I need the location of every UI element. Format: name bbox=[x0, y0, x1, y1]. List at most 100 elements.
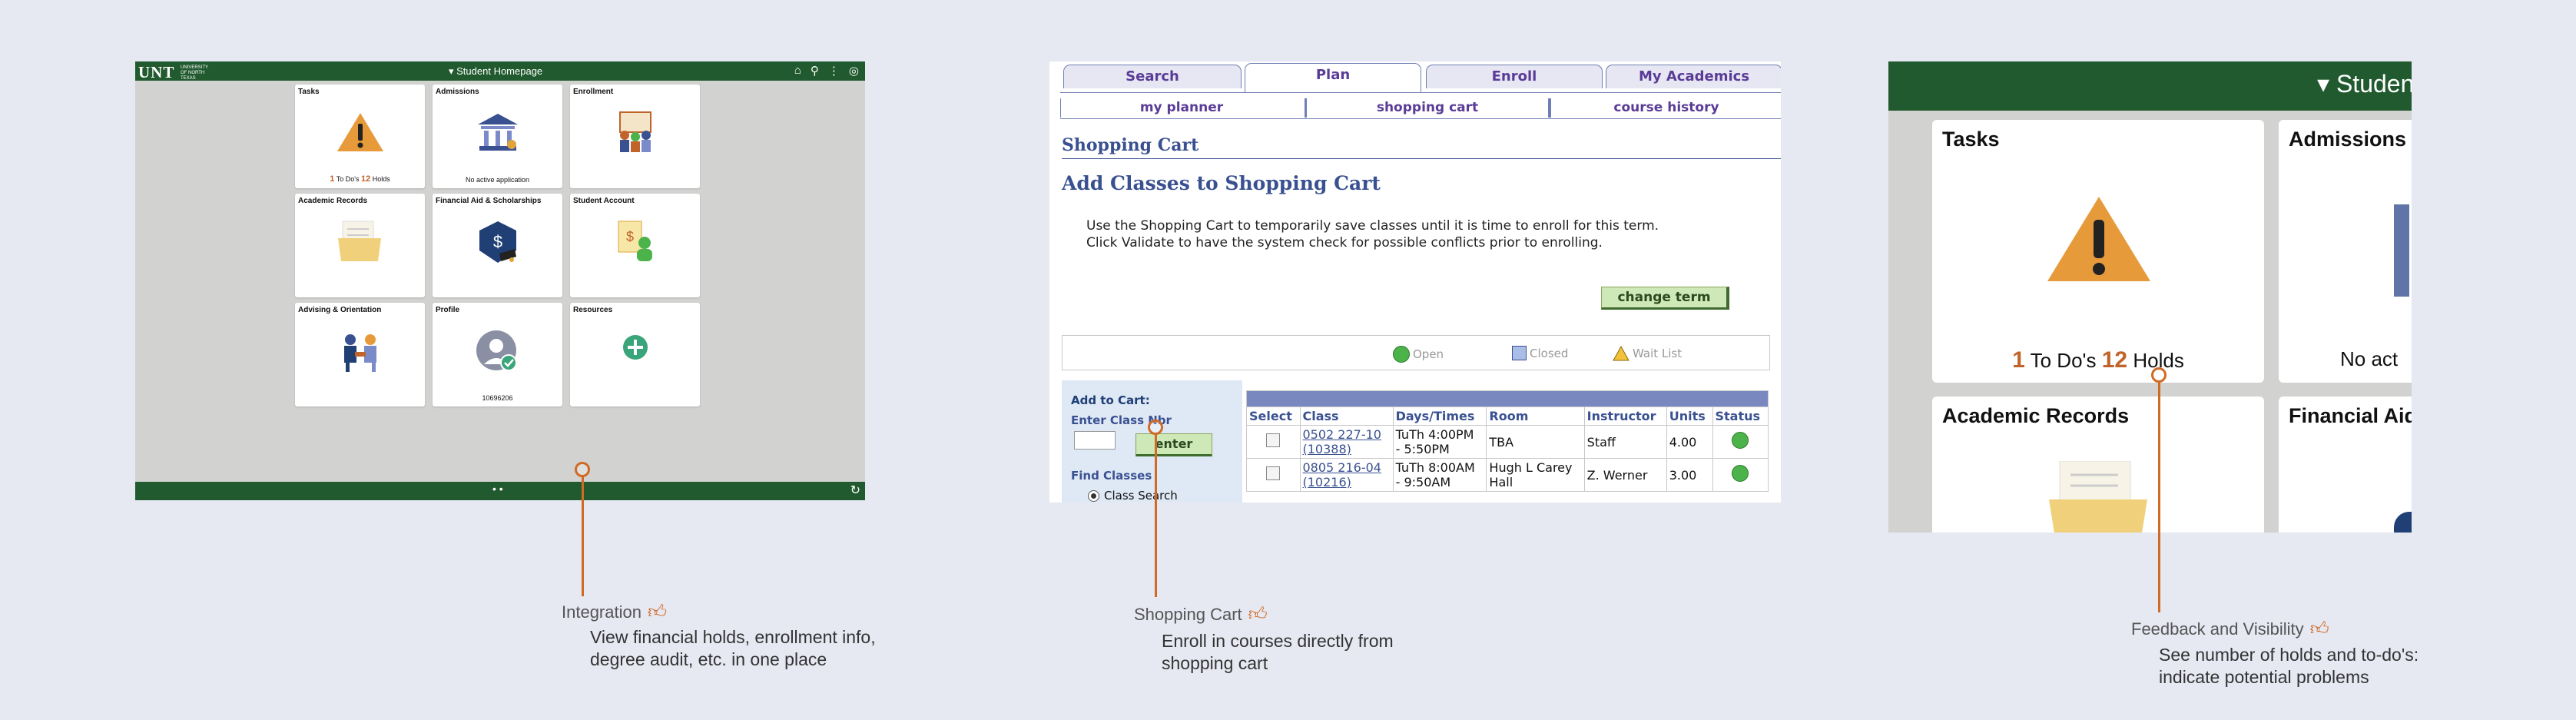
col-class: Class bbox=[1299, 406, 1394, 426]
table-row: 0502 227-10 (10388) TuTh 4:00PM - 5:50PM T… bbox=[1246, 425, 1769, 459]
university-building-icon bbox=[433, 111, 562, 158]
tile-title: Student Account bbox=[573, 197, 635, 205]
annotation-marker-shopping-cart bbox=[1148, 420, 1163, 435]
warning-icon bbox=[2044, 194, 2153, 288]
shopping-cart-table: Select Class Days/Times Room Instructor … bbox=[1246, 390, 1769, 492]
svg-text:$: $ bbox=[625, 229, 633, 244]
instructor-cell: Z. Werner bbox=[1583, 458, 1667, 492]
legend-closed: Closed bbox=[1512, 346, 1568, 360]
tab-divider bbox=[1060, 92, 1781, 93]
subtab-shopping-cart[interactable]: shopping cart bbox=[1305, 98, 1550, 118]
legend-open: Open bbox=[1393, 346, 1444, 363]
class-link[interactable]: 0805 216-04 (10216) bbox=[1303, 460, 1381, 489]
tile-academic-records[interactable]: Academic Records bbox=[1932, 396, 2264, 533]
unt-logo-subtitle: UNIVERSITY OF NORTH TEXAS bbox=[181, 65, 208, 81]
col-days-times: Days/Times bbox=[1392, 406, 1487, 426]
room-cell: TBA bbox=[1486, 425, 1585, 459]
find-classes-label: Find Classes bbox=[1071, 469, 1152, 483]
tile-title: Financial Aid & Scholarships bbox=[436, 197, 542, 205]
tile-enrollment[interactable]: Enrollment bbox=[570, 85, 700, 188]
tile-profile[interactable]: Profile 10696206 bbox=[433, 303, 562, 406]
col-units: Units bbox=[1666, 406, 1713, 426]
instructions-line-2: Click Validate to have the system check … bbox=[1086, 235, 1603, 251]
section-title: Add Classes to Shopping Cart bbox=[1062, 172, 1381, 194]
page-indicator[interactable]: • • bbox=[492, 483, 503, 495]
class-link[interactable]: 0502 227-10 (10388) bbox=[1303, 427, 1381, 456]
refresh-icon[interactable]: ↻ bbox=[850, 483, 860, 498]
annotation-marker-integration bbox=[575, 462, 590, 477]
tab-my-academics[interactable]: My Academics bbox=[1606, 65, 1781, 88]
warning-icon bbox=[295, 111, 425, 158]
classroom-icon bbox=[570, 111, 700, 159]
homepage-title-menu[interactable]: ▾ Student Homepage bbox=[449, 65, 542, 78]
tasks-counts: 1 To Do's 12 Holds bbox=[1932, 347, 2264, 373]
holds-count: 12 bbox=[360, 174, 371, 184]
homepage-top-bar: UNT UNIVERSITY OF NORTH TEXAS ▾ Student … bbox=[135, 61, 865, 81]
table-header-bar bbox=[1246, 390, 1769, 407]
col-room: Room bbox=[1486, 406, 1585, 426]
days-times-cell: TuTh 8:00AM - 9:50AM bbox=[1392, 458, 1487, 492]
todo-label: To Do's bbox=[336, 175, 360, 183]
tile-tasks[interactable]: Tasks 1 To Do's 12 Holds bbox=[295, 85, 425, 188]
class-search-option[interactable]: Class Search bbox=[1088, 489, 1178, 503]
advising-icon bbox=[295, 329, 425, 377]
subtab-divider bbox=[1060, 118, 1781, 119]
tile-student-account[interactable]: Student Account $ bbox=[570, 194, 700, 297]
open-status-icon bbox=[1393, 346, 1410, 363]
tile-academic-records[interactable]: Academic Records bbox=[295, 194, 425, 297]
tile-financial-aid[interactable]: Financial Aid bbox=[2279, 396, 2412, 533]
thumbs-up-icon: 👍︎ bbox=[1248, 604, 1268, 625]
tile-title: Admissions bbox=[436, 88, 479, 96]
home-icon[interactable]: ⌂ bbox=[794, 64, 801, 78]
enter-button[interactable]: enter bbox=[1135, 433, 1212, 456]
radio-button[interactable] bbox=[1088, 489, 1099, 502]
university-building-icon bbox=[2394, 204, 2409, 297]
annotation-title-text: Feedback and Visibility bbox=[2131, 619, 2304, 639]
homepage-title-menu[interactable]: ▾ Studen bbox=[2317, 69, 2412, 98]
class-nbr-input[interactable] bbox=[1074, 431, 1116, 450]
annotation-title-text: Shopping Cart bbox=[1134, 605, 1242, 624]
select-checkbox[interactable] bbox=[1266, 433, 1281, 447]
tile-title: Resources bbox=[573, 306, 613, 314]
tile-title: Tasks bbox=[298, 88, 320, 96]
tab-search[interactable]: Search bbox=[1063, 65, 1242, 88]
folder-icon bbox=[295, 220, 425, 267]
shopping-cart-screenshot: Search Plan Enroll My Academics my plann… bbox=[1049, 61, 1781, 503]
subtab-course-history[interactable]: course history bbox=[1550, 98, 1781, 118]
admissions-status: No active application bbox=[465, 176, 530, 184]
todo-count: 1 bbox=[330, 174, 335, 184]
student-homepage-screenshot: UNT UNIVERSITY OF NORTH TEXAS ▾ Student … bbox=[135, 61, 865, 500]
tab-enroll[interactable]: Enroll bbox=[1426, 65, 1603, 88]
todo-label: To Do's bbox=[2030, 349, 2097, 372]
tile-resources[interactable]: Resources bbox=[570, 303, 700, 406]
holds-count: 12 bbox=[2101, 347, 2128, 373]
col-status: Status bbox=[1712, 406, 1769, 426]
status-legend: Open Closed Wait List bbox=[1062, 335, 1770, 370]
homepage-top-bar: ▾ Studen bbox=[1888, 61, 2412, 111]
tasks-counts: 1 To Do's 12 Holds bbox=[295, 174, 425, 184]
tab-plan[interactable]: Plan bbox=[1245, 63, 1421, 92]
col-select: Select bbox=[1246, 406, 1301, 426]
units-cell: 3.00 bbox=[1666, 458, 1713, 492]
subtab-my-planner[interactable]: my planner bbox=[1060, 98, 1302, 118]
search-icon[interactable]: ⚲ bbox=[811, 64, 819, 78]
tile-tasks[interactable]: Tasks 1 To Do's 12 Holds bbox=[1932, 120, 2264, 383]
title-underline bbox=[1062, 158, 1781, 159]
more-options-icon[interactable]: ⋮ bbox=[828, 64, 840, 78]
annotation-marker-feedback bbox=[2151, 367, 2167, 383]
financial-aid-icon: $ bbox=[433, 220, 562, 270]
tile-financial-aid[interactable]: Financial Aid & Scholarships $ bbox=[433, 194, 562, 297]
tile-advising-orientation[interactable]: Advising & Orientation bbox=[295, 303, 425, 406]
navbar-icon[interactable]: ◎ bbox=[849, 64, 859, 78]
annotation-title-integration: Integration 👍︎ bbox=[562, 602, 667, 623]
select-checkbox[interactable] bbox=[1266, 466, 1281, 480]
col-instructor: Instructor bbox=[1583, 406, 1667, 426]
admissions-status: No act bbox=[2340, 347, 2399, 370]
tile-admissions[interactable]: Admissions No act bbox=[2279, 120, 2412, 383]
instructor-cell: Staff bbox=[1583, 425, 1667, 459]
change-term-button[interactable]: change term bbox=[1601, 287, 1729, 310]
holds-label: Holds bbox=[372, 175, 390, 183]
tile-title: Tasks bbox=[1942, 128, 2000, 151]
tile-admissions[interactable]: Admissions No active application bbox=[433, 85, 562, 188]
instructions: Use the Shopping Cart to temporarily sav… bbox=[1086, 217, 1747, 251]
